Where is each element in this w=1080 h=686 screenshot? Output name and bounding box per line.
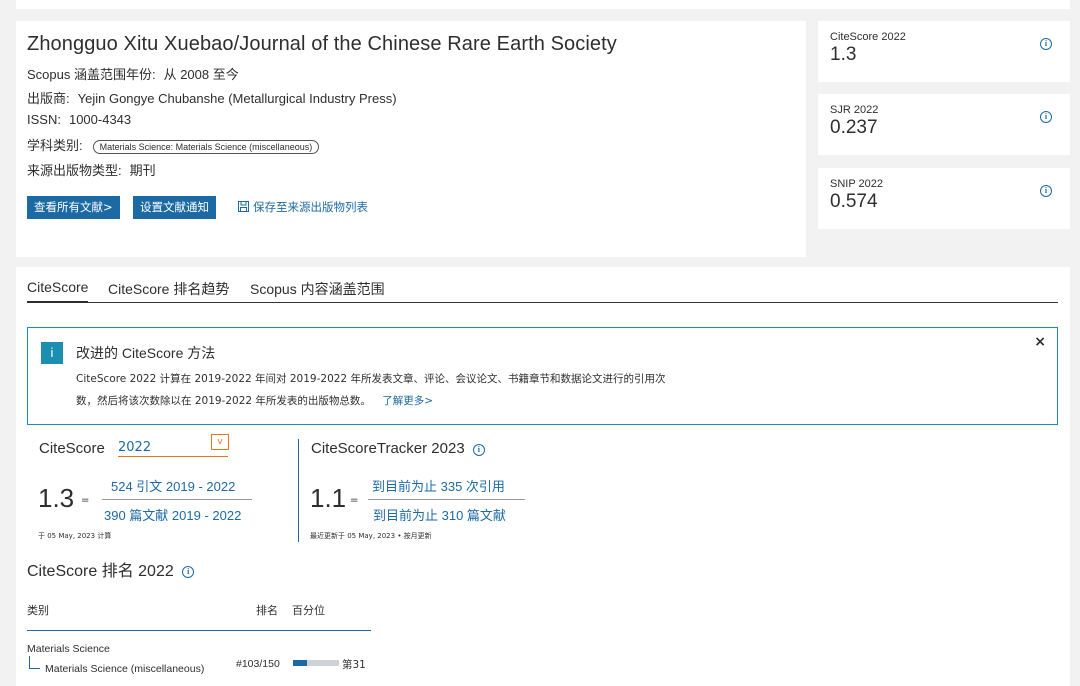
tab-citescore[interactable]: CiteScore [27,279,89,303]
percentile-value: 第31 [342,659,366,671]
info-icon[interactable]: i [1040,38,1052,50]
chevron-right-icon: > [103,200,113,214]
metric-value: 0.574 [830,191,878,212]
notice-body: CiteScore 2022 计算在 2019-2022 年间对 2019-20… [76,368,676,412]
tab-bar: CiteScore CiteScore 排名趋势 Scopus 内容涵盖范围 [27,279,1058,303]
citescore-numerator[interactable]: 524 引文 2019 - 2022 [111,476,235,495]
source-type-row: 来源出版物类型: 期刊 [27,160,156,179]
source-type-value: 期刊 [129,163,156,178]
metric-value: 0.237 [830,117,878,138]
ranking-title-text: CiteScore 排名 2022 [27,563,174,580]
citescore-metric-card: CiteScore 2022 1.3 i [818,21,1070,82]
metric-label: SJR 2022 [830,104,879,116]
col-rank: 排名 [256,604,278,617]
coverage-row: Scopus 涵盖范围年份: 从 2008 至今 [27,64,239,83]
coverage-value: 从 2008 至今 [163,67,239,82]
tracker-value: 1.1 [310,483,347,513]
notice-title: 改进的 CiteScore 方法 [76,345,216,361]
publisher-value: Yejin Gongye Chubanshe (Metallurgical In… [77,91,397,106]
notice-text: CiteScore 2022 计算在 2019-2022 年间对 2019-20… [76,373,666,407]
tracker-denominator[interactable]: 到目前为止 310 篇文献 [373,505,506,524]
journal-card: Zhongguo Xitu Xuebao/Journal of the Chin… [16,21,806,257]
journal-title: Zhongguo Xitu Xuebao/Journal of the Chin… [27,33,617,55]
issn-label: ISSN: [27,112,61,127]
snip-metric-card: SNIP 2022 0.574 i [818,168,1070,229]
equals-sign: = [350,495,359,506]
equals-sign: = [81,495,90,506]
info-icon[interactable]: i [1040,111,1052,123]
chevron-right-icon: > [424,395,434,407]
top-strip [16,0,1070,9]
publisher-label: 出版商: [27,91,70,106]
citescore-denominator[interactable]: 390 篇文献 2019 - 2022 [104,505,241,524]
header-underline [27,630,371,631]
citescore-title: CiteScore [39,440,105,457]
citescore-panel: CiteScore CiteScore 排名趋势 Scopus 内容涵盖范围 i… [16,267,1070,686]
issn-row: ISSN: 1000-4343 [27,112,131,127]
tab-scopus-coverage[interactable]: Scopus 内容涵盖范围 [250,279,385,299]
save-to-list-link[interactable]: 保存至来源出版物列表 [238,199,368,215]
info-icon[interactable]: i [472,444,485,456]
percentile-bar [293,660,339,666]
publisher-row: 出版商: Yejin Gongye Chubanshe (Metallurgica… [27,88,397,107]
sjr-metric-card: SJR 2022 0.237 i [818,94,1070,155]
close-icon[interactable]: × [1034,334,1046,350]
fraction-line [368,499,525,500]
tracker-title-text: CiteScoreTracker 2023 [311,440,465,457]
learn-more-label: 了解更多 [382,395,425,407]
rank-value: #103/150 [236,658,280,670]
view-all-label: 查看所有文献 [34,200,103,214]
set-alert-button[interactable]: 设置文献通知 [133,196,216,219]
coverage-label: Scopus 涵盖范围年份: [27,67,156,82]
citescore-calc-date: 于 05 May, 2023 计算 [38,532,112,540]
metric-value: 1.3 [830,44,857,65]
child-category[interactable]: Materials Science (miscellaneous) [45,663,204,675]
tracker-numerator[interactable]: 到目前为止 335 次引用 [372,476,505,495]
parent-category: Materials Science [27,643,110,655]
col-category: 类别 [27,604,49,617]
tracker-title: CiteScoreTracker 2023 i [311,440,485,457]
citescore-value: 1.3 [38,483,75,513]
metric-label: CiteScore 2022 [830,31,906,43]
methodology-notice: i 改进的 CiteScore 方法 CiteScore 2022 计算在 20… [27,327,1058,425]
percentile-bar-fill [293,660,308,666]
subject-row: 学科类别: Materials Science: Materials Scienc… [27,135,320,154]
info-icon[interactable]: i [182,566,195,578]
chevron-down-icon[interactable]: v [211,434,229,450]
info-icon: i [41,342,63,364]
learn-more-link[interactable]: 了解更多> [382,395,433,407]
divider [298,439,299,542]
fraction-line [102,499,252,500]
tab-citescore-rank-trend[interactable]: CiteScore 排名趋势 [108,279,229,299]
subject-pill[interactable]: Materials Science: Materials Science (mi… [92,139,320,154]
source-type-label: 来源出版物类型: [27,163,122,178]
save-link-label: 保存至来源出版物列表 [253,200,368,214]
subject-label: 学科类别: [27,138,83,153]
ranking-title: CiteScore 排名 2022 i [27,557,195,581]
issn-value: 1000-4343 [68,112,132,127]
tracker-updated: 最近更新于 05 May, 2023 • 按月更新 [310,532,432,540]
info-icon[interactable]: i [1040,185,1052,197]
view-all-documents-button[interactable]: 查看所有文献> [27,196,120,219]
metric-label: SNIP 2022 [830,178,884,190]
tree-branch [29,656,40,669]
col-percentile: 百分位 [292,604,325,617]
save-icon [238,201,249,212]
